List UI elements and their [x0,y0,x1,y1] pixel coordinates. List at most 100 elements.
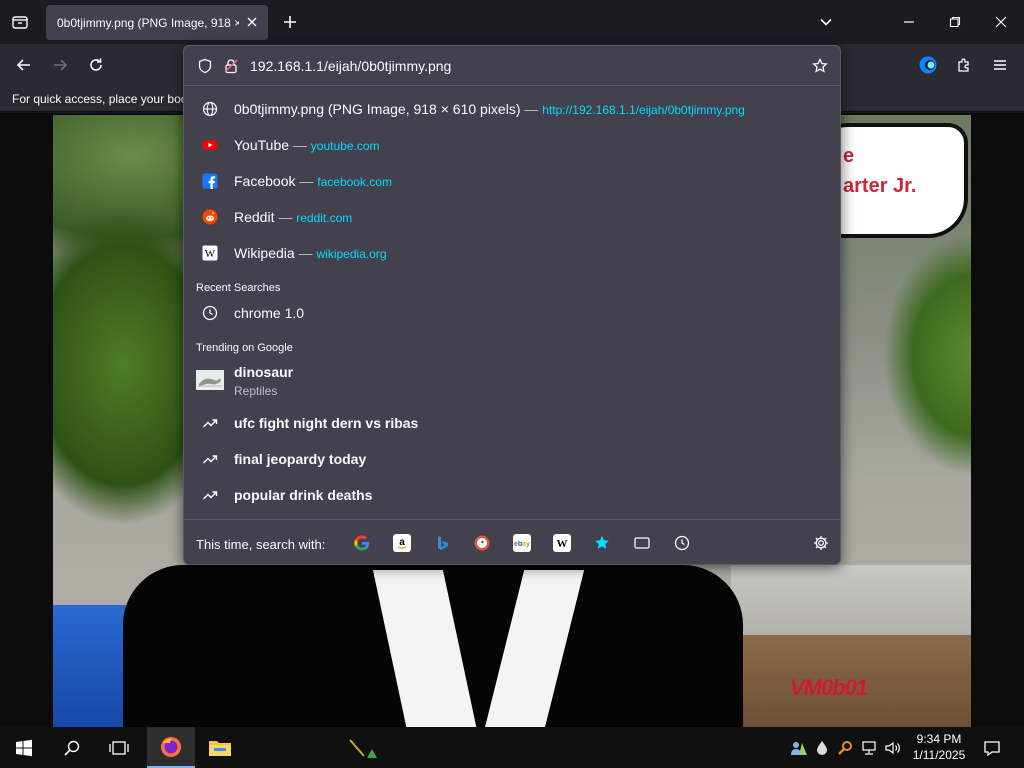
gear-icon[interactable] [812,534,830,552]
trending-title: final jeopardy today [234,451,367,467]
result-row-facebook[interactable]: Facebook — facebook.com [190,164,834,198]
result-url: facebook.com [317,175,392,189]
urlbar-dropdown: 192.168.1.1/eijah/0b0tjimmy.png 0b0tjimm… [183,45,841,565]
key-search-icon[interactable] [836,739,854,757]
clock-date: 1/11/2025 [912,748,966,762]
tab-strip: 0b0tjimmy.png (PNG Image, 918 × [0,0,1024,44]
result-row-reddit[interactable]: Reddit — reddit.com [190,200,834,234]
svg-text:W: W [557,538,568,550]
globe-icon [202,101,218,117]
hamburger-menu-icon[interactable] [988,53,1012,77]
bookmark-star-icon[interactable] [810,56,830,76]
notification-icon[interactable] [983,739,1001,757]
result-url: reddit.com [296,211,353,225]
bing-icon[interactable] [433,534,451,552]
insecure-lock-icon[interactable] [222,57,240,75]
recent-search-text: chrome 1.0 [234,305,305,321]
tracking-protection-shield-icon[interactable] [196,57,214,75]
trending-row[interactable]: popular drink deaths [190,478,834,512]
svg-text:W: W [205,248,216,260]
result-title: Wikipedia [234,245,295,261]
trending-icon [202,451,218,467]
close-icon[interactable] [244,14,260,30]
volume-icon[interactable] [884,739,902,757]
file-explorer-icon[interactable] [197,727,243,768]
chevron-down-icon[interactable] [814,10,838,34]
ebay-icon[interactable]: ebay [513,534,531,552]
result-row-wikipedia[interactable]: W Wikipedia — wikipedia.org [190,236,834,270]
trending-row[interactable]: ufc fight night dern vs ribas [190,406,834,440]
back-arrow-icon[interactable] [12,53,36,77]
result-url: youtube.com [310,139,380,153]
trending-icon [202,415,218,431]
result-separator: — [292,137,307,153]
trending-header: Trending on Google [196,342,293,354]
speech-bubble-text: e arter Jr. [843,145,917,197]
url-input-row[interactable]: 192.168.1.1/eijah/0b0tjimmy.png [184,46,840,86]
tab-title: 0b0tjimmy.png (PNG Image, 918 × [57,15,239,30]
wikipedia-icon: W [202,245,218,261]
result-title: YouTube [234,137,290,153]
result-row-current-page[interactable]: 0b0tjimmy.png (PNG Image, 918 × 610 pixe… [190,92,834,126]
recent-searches-header: Recent Searches [196,282,281,294]
reload-icon[interactable] [84,53,108,77]
amazon-icon[interactable]: a [393,534,411,552]
clock-time: 9:34 PM [916,732,962,746]
google-icon[interactable] [353,534,371,552]
task-view-icon[interactable] [97,727,141,768]
trending-row-dinosaur[interactable]: dinosaur Reptiles [190,360,834,402]
extensions-puzzle-icon[interactable] [952,53,976,77]
trending-subtitle: Reptiles [234,384,278,398]
duckduckgo-icon[interactable] [473,534,491,552]
list-all-tabs-icon[interactable] [8,10,32,34]
search-with-label: This time, search with: [196,537,326,552]
bookmarks-icon[interactable] [593,534,611,552]
result-separator: — [298,245,313,261]
new-tab-plus-icon[interactable] [278,10,302,34]
result-title: Reddit [234,209,275,225]
forward-arrow-icon[interactable] [48,53,72,77]
water-drop-icon[interactable] [813,739,831,757]
one-off-search-bar: This time, search with: a ebay W [184,519,840,565]
svg-text:y: y [526,541,530,548]
firefox-taskbar-icon[interactable] [147,727,195,768]
windows-taskbar: 9:34 PM 1/11/2025 [0,727,1024,768]
trending-row[interactable]: final jeopardy today [190,442,834,476]
clock-icon [202,305,218,321]
result-row-youtube[interactable]: YouTube — youtube.com [190,128,834,162]
minimize-icon[interactable] [897,10,921,34]
search-icon[interactable] [50,727,94,768]
youtube-icon [202,137,218,153]
result-separator: — [524,101,539,117]
trending-title: dinosaur [234,364,294,380]
history-icon[interactable] [673,534,691,552]
network-people-icon[interactable] [790,739,808,757]
url-input[interactable]: 192.168.1.1/eijah/0b0tjimmy.png [250,58,451,74]
taskbar-clock[interactable]: 9:34 PM 1/11/2025 [908,731,970,763]
windows-start-icon[interactable] [0,727,48,768]
result-separator: — [278,209,293,225]
trending-icon [202,487,218,503]
network-icon[interactable] [861,739,879,757]
result-separator: — [299,173,314,189]
account-avatar-icon[interactable] [916,53,940,77]
result-title: 0b0tjimmy.png (PNG Image, 918 × 610 pixe… [234,101,521,117]
desktop-toy-icon[interactable] [346,727,382,768]
result-title: Facebook [234,173,296,189]
dinosaur-thumbnail [196,370,224,390]
wikipedia-icon[interactable]: W [553,534,571,552]
trending-title: ufc fight night dern vs ribas [234,415,419,431]
bookmarks-hint-text: For quick access, place your boo [12,92,188,106]
result-url: http://192.168.1.1/eijah/0b0tjimmy.png [542,103,745,117]
result-url: wikipedia.org [316,247,387,261]
facebook-icon [202,173,218,189]
trending-title: popular drink deaths [234,487,373,503]
close-window-icon[interactable] [989,10,1013,34]
image-watermark: VM0b01 [790,675,868,700]
tab-active[interactable]: 0b0tjimmy.png (PNG Image, 918 × [46,5,268,40]
reddit-icon [202,209,218,225]
tabs-icon[interactable] [633,534,651,552]
svg-text:a: a [399,537,405,548]
recent-search-row[interactable]: chrome 1.0 [190,296,834,330]
restore-icon[interactable] [943,10,967,34]
